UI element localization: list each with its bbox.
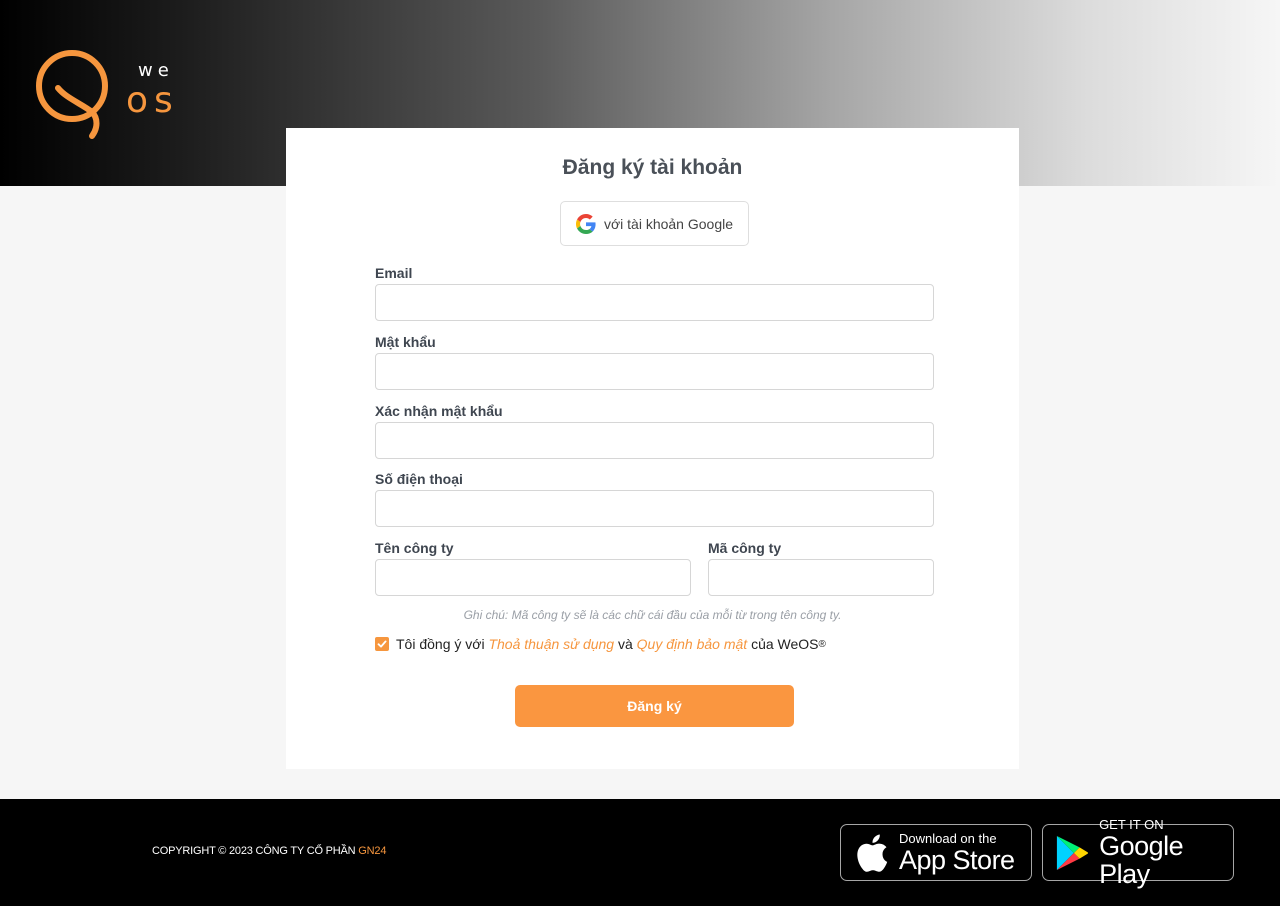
check-icon — [377, 640, 387, 648]
q-logo-icon — [36, 50, 108, 139]
agree-prefix: Tôi đồng ý với — [396, 636, 485, 652]
google-play-small: GET IT ON — [1099, 816, 1164, 832]
agree-checkbox[interactable] — [375, 637, 389, 651]
copyright-text: COPYRIGHT © 2023 CÔNG TY CỔ PHẦN GN24 — [152, 845, 386, 857]
password-field[interactable] — [375, 353, 934, 390]
google-button-label: với tài khoản Google — [603, 215, 734, 232]
company-name: GN24 — [358, 845, 387, 857]
google-icon — [575, 213, 596, 234]
company-name-field[interactable] — [375, 559, 691, 596]
app-store-big: App Store — [899, 844, 1015, 875]
terms-agreement: Tôi đồng ý với Thoả thuận sử dụng và Quy… — [375, 636, 826, 652]
email-label: Email — [375, 265, 413, 281]
company-code-label: Mã công ty — [708, 540, 782, 556]
google-signup-button[interactable]: với tài khoản Google — [560, 201, 749, 246]
google-play-icon — [1056, 835, 1089, 870]
weos-logo[interactable]: we os — [36, 42, 186, 142]
google-play-badge[interactable]: GET IT ON Google Play — [1042, 817, 1234, 888]
agree-and: và — [617, 636, 633, 652]
terms-link[interactable]: Thoả thuận sử dụng — [488, 636, 614, 652]
phone-label: Số điện thoại — [375, 471, 463, 487]
confirm-password-field[interactable] — [375, 422, 934, 459]
google-play-big: Google Play — [1099, 830, 1184, 889]
footer: COPYRIGHT © 2023 CÔNG TY CỔ PHẦN GN24 Do… — [0, 799, 1280, 906]
google-play-text: GET IT ON Google Play — [1099, 816, 1233, 889]
privacy-link[interactable]: Quy định bảo mật — [637, 636, 748, 652]
app-store-badge[interactable]: Download on the App Store — [840, 824, 1032, 881]
password-label: Mật khẩu — [375, 334, 436, 350]
app-store-small: Download on the — [899, 830, 997, 846]
app-store-text: Download on the App Store — [899, 830, 1015, 875]
email-field[interactable] — [375, 284, 934, 321]
register-card: Đăng ký tài khoản với tài khoản Google E… — [286, 128, 1019, 769]
apple-icon — [857, 834, 888, 872]
company-code-field[interactable] — [708, 559, 934, 596]
logo-we-text: we — [138, 60, 174, 81]
company-code-note: Ghi chú: Mã công ty sẽ là các chữ cái đầ… — [463, 608, 842, 622]
registered-mark: ® — [818, 638, 826, 650]
page-title: Đăng ký tài khoản — [562, 156, 743, 179]
company-name-label: Tên công ty — [375, 540, 454, 556]
phone-field[interactable] — [375, 490, 934, 527]
confirm-password-label: Xác nhận mật khẩu — [375, 403, 503, 419]
agree-suffix: của WeOS — [751, 636, 819, 652]
register-button[interactable]: Đăng ký — [515, 685, 794, 727]
logo-os-text: os — [126, 80, 179, 121]
copyright-label: COPYRIGHT © 2023 CÔNG TY CỔ PHẦN — [152, 845, 356, 857]
